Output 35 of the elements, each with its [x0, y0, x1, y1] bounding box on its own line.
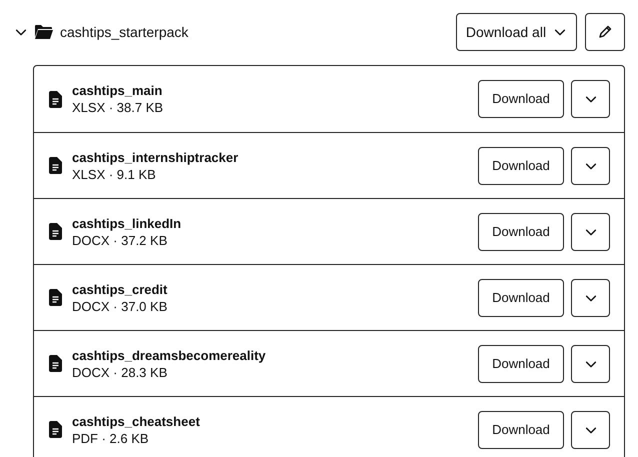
- more-options-button[interactable]: [571, 344, 610, 382]
- file-info: DOCX · 37.2 KB: [72, 232, 168, 248]
- file-info: XLSX · 9.1 KB: [72, 166, 157, 182]
- folder-icon: [35, 24, 53, 40]
- document-icon: [49, 223, 62, 240]
- download-button[interactable]: Download: [478, 212, 564, 250]
- download-button[interactable]: Download: [478, 278, 564, 316]
- download-button[interactable]: Download: [478, 80, 564, 118]
- download-button[interactable]: Download: [478, 344, 564, 382]
- edit-button[interactable]: [585, 13, 625, 51]
- pencil-icon: [597, 24, 613, 40]
- more-options-button[interactable]: [571, 212, 610, 250]
- download-button[interactable]: Download: [478, 410, 564, 448]
- document-icon: [49, 355, 62, 372]
- document-icon: [49, 90, 62, 108]
- download-all-button[interactable]: Download all: [456, 13, 577, 51]
- download-button[interactable]: Download: [478, 146, 564, 184]
- document-icon: [49, 289, 62, 306]
- file-name: cashtips_linkedIn: [72, 214, 182, 232]
- file-info: DOCX · 37.0 KB: [72, 298, 168, 314]
- more-options-button[interactable]: [571, 146, 610, 184]
- file-name: cashtips_internshiptracker: [72, 148, 238, 166]
- file-info: PDF · 2.6 KB: [72, 430, 150, 446]
- file-info: XLSX · 38.7 KB: [72, 99, 164, 116]
- file-name: cashtips_credit: [72, 280, 168, 298]
- file-name: cashtips_main: [72, 82, 164, 99]
- document-icon: [49, 157, 62, 174]
- file-name: cashtips_dreamsbecomereality: [72, 346, 266, 364]
- more-options-button[interactable]: [571, 80, 610, 118]
- document-icon: [49, 421, 62, 438]
- file-info: DOCX · 28.3 KB: [72, 364, 168, 380]
- file-name: cashtips_cheatsheet: [72, 412, 200, 430]
- more-options-button[interactable]: [571, 410, 610, 448]
- folder-name: cashtips_starterpack: [60, 22, 188, 42]
- more-options-button[interactable]: [571, 278, 610, 316]
